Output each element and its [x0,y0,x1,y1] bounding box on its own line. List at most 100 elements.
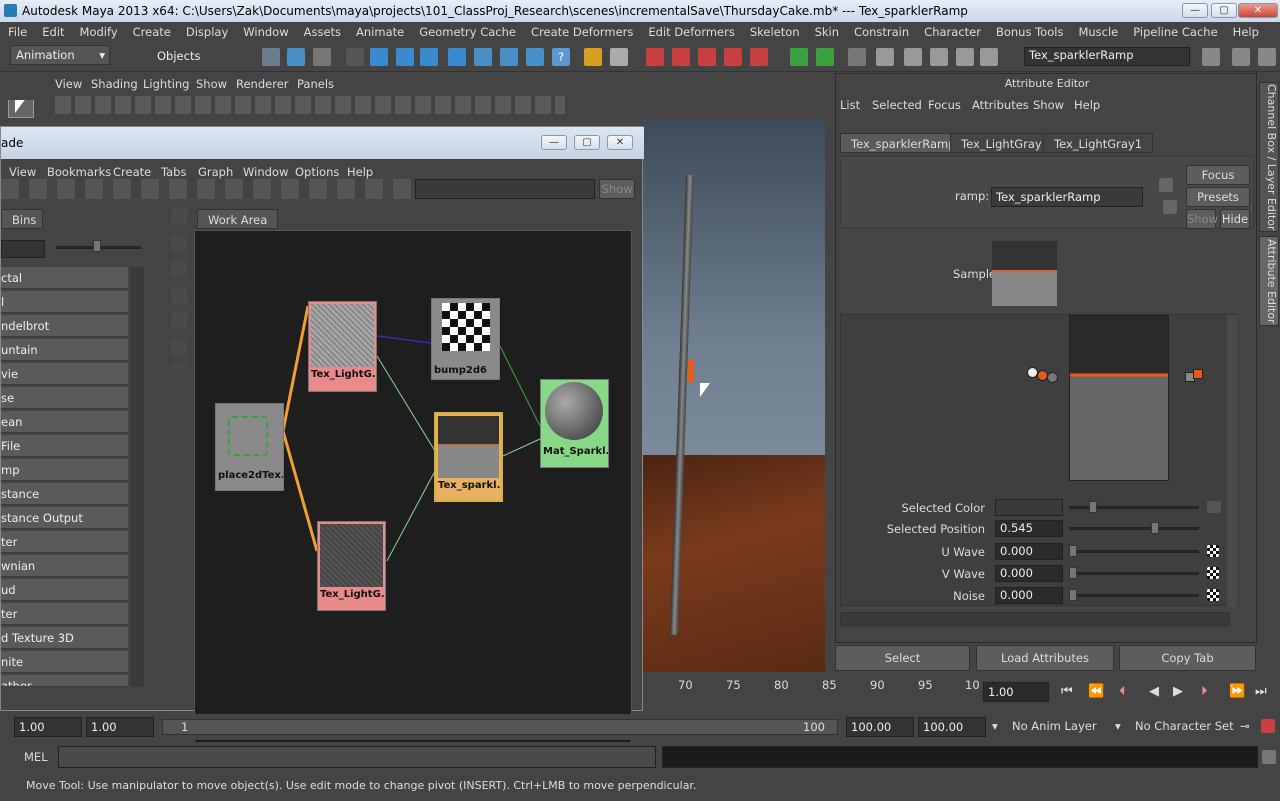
menu-pipeline-cache[interactable]: Pipeline Cache [1125,22,1224,42]
menu-help[interactable]: Help [1225,22,1266,42]
menu-assets[interactable]: Assets [296,22,348,42]
list-item[interactable]: ean [1,411,128,433]
filter-icon[interactable] [346,48,364,66]
anim-layer-dropdown[interactable]: No Anim Layer [1012,719,1097,733]
selected-color-swatch[interactable] [995,499,1063,516]
list-item[interactable]: mp [1,459,128,481]
ae-menu-focus[interactable]: Focus [928,98,961,112]
node-mat-sparkler[interactable]: Mat_Sparkl... [540,379,609,468]
node-place2dtexture[interactable]: place2dTex... [215,403,284,491]
snap-surface-icon[interactable] [474,48,492,66]
u-wave-field[interactable]: 0.000 [995,543,1063,560]
input-ops-icon[interactable] [790,48,808,66]
viewport-menu-lighting[interactable]: Lighting [143,77,189,91]
checker-map-icon[interactable] [1207,567,1219,579]
list-item[interactable]: wnian [1,555,128,577]
magnet-icon[interactable] [646,48,664,66]
show-button[interactable]: Show [1186,209,1218,229]
render-icon[interactable] [526,48,544,66]
select-hierarchy-icon[interactable] [262,48,280,66]
hypershade-toolbar[interactable] [1,179,411,199]
snap-curve-icon[interactable] [396,48,414,66]
3d-viewport[interactable] [643,120,825,672]
chevron-down-icon[interactable]: ▾ [992,719,998,733]
selected-position-slider-thumb[interactable] [1151,522,1159,534]
hs-show-button[interactable]: Show [599,179,635,199]
hypershade-icon[interactable] [980,48,998,66]
viewport-menu-show[interactable]: Show [196,77,227,91]
node-tex-lightgray-bottom[interactable]: Tex_LightG... [317,521,386,611]
channel-box-toggle-icon[interactable] [1202,48,1220,66]
ramp-gradient-editor[interactable] [1069,315,1169,481]
animation-prefs-icon[interactable] [1261,719,1275,733]
viewport-menu-shading[interactable]: Shading [91,77,138,91]
snap-magnet-icon[interactable] [750,48,768,66]
menu-window[interactable]: Window [235,22,295,42]
select-object-icon[interactable] [287,48,305,66]
list-item[interactable]: ctal [1,267,128,289]
copy-tab-button[interactable]: Copy Tab [1119,645,1256,671]
load-attributes-button[interactable]: Load Attributes [976,645,1114,671]
bins-filter-field[interactable] [1,240,45,258]
list-item[interactable]: ter [1,531,128,553]
time-slider[interactable]: 70 75 80 85 90 95 10 1.00 ⏮ ⏪ ⏴ ◀ ▶ ⏵ ⏩ … [643,676,1280,712]
menu-set-dropdown[interactable]: Animation ▾ [10,45,110,65]
viewport-menu-view[interactable]: View [55,77,82,91]
v-wave-field[interactable]: 0.000 [995,565,1063,582]
hs-menu-help[interactable]: Help [347,165,373,179]
key-icon[interactable]: ⊸ [1240,719,1250,733]
play-forward-icon[interactable]: ▶ [1173,684,1183,699]
list-item[interactable]: d Texture 3D [1,627,128,649]
range-slider[interactable]: 1 100 [162,719,838,735]
list-item[interactable]: vie [1,363,128,385]
playback-end-field[interactable]: 100.00 [846,717,914,737]
v-wave-slider-thumb[interactable] [1069,567,1077,579]
menu-edit[interactable]: Edit [34,22,71,42]
menu-geometry-cache[interactable]: Geometry Cache [411,22,523,42]
step-forward-key-icon[interactable]: ⏵ [1201,684,1208,699]
menu-character[interactable]: Character [916,22,988,42]
menu-edit-deformers[interactable]: Edit Deformers [640,22,741,42]
lock-icon[interactable] [584,48,602,66]
noise-slider[interactable] [1069,594,1199,597]
menu-animate[interactable]: Animate [348,22,411,42]
go-to-end-icon[interactable]: ⏭ [1255,684,1267,699]
symmetry-icon[interactable] [610,48,628,66]
snap-point-icon[interactable] [420,48,438,66]
menu-constrain[interactable]: Constrain [846,22,916,42]
character-set-dropdown[interactable]: No Character Set [1135,719,1234,733]
construction-history-icon[interactable] [848,48,866,66]
ae-menu-show[interactable]: Show [1033,98,1064,112]
ae-horizontal-scrollbar[interactable] [840,612,1230,626]
hs-search-field[interactable] [415,179,595,199]
output-connection-icon[interactable] [1163,200,1177,214]
list-item[interactable]: ter [1,603,128,625]
ae-scrollbar[interactable] [1227,315,1237,607]
noise-field[interactable]: 0.000 [995,587,1063,604]
tool-settings-toggle-icon[interactable] [1258,48,1276,66]
go-to-start-icon[interactable]: ⏮ [1061,684,1073,699]
end-time-field[interactable]: 100.00 [918,717,986,737]
list-item[interactable]: l [1,291,128,313]
menu-bonus-tools[interactable]: Bonus Tools [988,22,1070,42]
hs-maximize-button[interactable]: ▢ [574,135,600,150]
start-time-field[interactable]: 1.00 [14,717,82,737]
selected-position-field[interactable]: 0.545 [995,520,1063,537]
attribute-editor-side-tab[interactable]: Attribute Editor [1259,236,1279,326]
hs-menu-create[interactable]: Create [113,165,151,179]
bins-tab[interactable]: Bins [1,209,43,229]
icon-size-slider-thumb[interactable] [93,240,101,252]
tab-tex-sparklerramp[interactable]: Tex_sparklerRamp [840,133,967,153]
map-button-icon[interactable] [1207,501,1221,513]
viewport-menu-panels[interactable]: Panels [297,77,334,91]
ae-menu-selected[interactable]: Selected [872,98,922,112]
attribute-editor-toggle-icon[interactable] [1232,48,1250,66]
noise-slider-thumb[interactable] [1069,589,1077,601]
current-time-field[interactable]: 1.00 [983,682,1049,702]
menu-modify[interactable]: Modify [72,22,125,42]
graph-tool-strip[interactable] [171,209,187,369]
list-item[interactable]: stance [1,483,128,505]
node-tex-sparkler-ramp[interactable]: Tex_sparkl... [434,412,503,502]
maximize-button[interactable]: ▢ [1211,3,1237,18]
viewport-menu-renderer[interactable]: Renderer [236,77,289,91]
